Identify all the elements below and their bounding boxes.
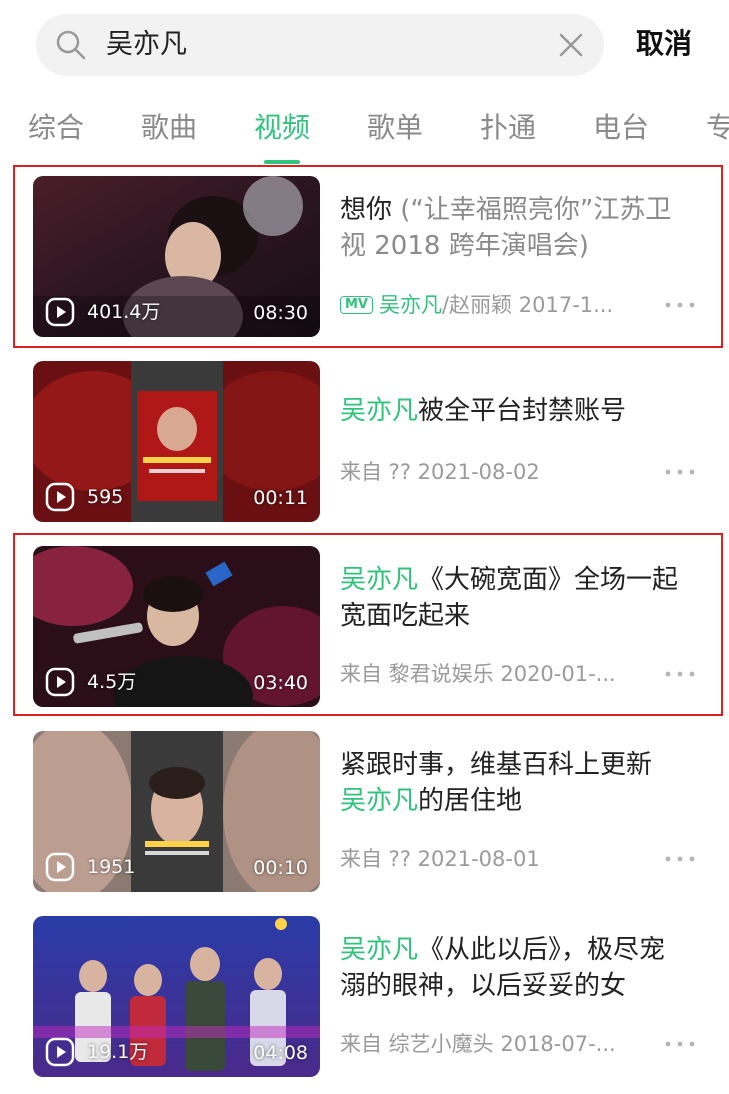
play-icon <box>45 667 75 697</box>
tab-albums[interactable]: 专 <box>706 110 729 146</box>
meta-text: 来自 综艺小魔头 2018-07-... <box>340 1032 616 1056</box>
meta-text: /赵丽颖 2017-1... <box>442 293 614 317</box>
video-duration: 08:30 <box>253 302 308 324</box>
video-meta: 来自 ?? 2021-08-01 <box>340 844 650 874</box>
tab-playlists[interactable]: 歌单 <box>367 110 423 146</box>
video-duration: 00:10 <box>253 857 308 879</box>
active-tab-indicator <box>264 160 300 164</box>
video-meta: 来自 ?? 2021-08-02 <box>340 457 650 487</box>
tab-radio[interactable]: 电台 <box>593 110 649 146</box>
video-duration: 04:08 <box>253 1042 308 1064</box>
meta-text: 来自 黎君说娱乐 2020-01-... <box>340 662 616 686</box>
play-icon <box>45 297 75 327</box>
more-icon[interactable] <box>664 300 696 310</box>
video-meta: MV 吴亦凡/赵丽颖 2017-1... <box>340 290 650 320</box>
category-tabs: 综合 歌曲 视频 歌单 扑通 电台 专 <box>0 92 729 164</box>
video-title-text-2: 的居住地 <box>418 786 523 816</box>
more-icon[interactable] <box>664 854 696 864</box>
play-count: 4.5万 <box>45 667 136 697</box>
video-thumbnail[interactable]: 401.4万 08:30 <box>33 176 320 337</box>
video-meta: 来自 综艺小魔头 2018-07-... <box>340 1029 650 1059</box>
tab-putong[interactable]: 扑通 <box>480 110 536 146</box>
play-count-text: 595 <box>87 486 124 508</box>
meta-text: 来自 ?? 2021-08-01 <box>340 847 540 871</box>
video-title[interactable]: 吴亦凡《从此以后》，极尽宠溺的眼神，以后妥妥的女 <box>340 932 685 1004</box>
play-icon <box>45 1037 75 1067</box>
video-duration: 03:40 <box>253 672 308 694</box>
mv-badge: MV <box>340 296 373 314</box>
more-icon[interactable] <box>664 467 696 477</box>
search-icon <box>56 30 86 60</box>
video-item[interactable]: 4.5万 03:40 吴亦凡《大碗宽面》全场一起宽面吃起来 来自 黎君说娱乐 2… <box>0 540 729 720</box>
clear-icon[interactable] <box>556 30 586 60</box>
video-title[interactable]: 吴亦凡被全平台封禁账号 <box>340 393 685 429</box>
video-meta: 来自 黎君说娱乐 2020-01-... <box>340 659 650 689</box>
title-highlight: 吴亦凡 <box>340 565 419 595</box>
play-count: 401.4万 <box>45 297 160 327</box>
play-count-text: 1951 <box>87 856 136 878</box>
video-item[interactable]: 19.1万 04:08 吴亦凡《从此以后》，极尽宠溺的眼神，以后妥妥的女 来自 … <box>0 910 729 1090</box>
video-item[interactable]: 595 00:11 吴亦凡被全平台封禁账号 来自 ?? 2021-08-02 <box>0 355 729 535</box>
play-icon <box>45 482 75 512</box>
video-title[interactable]: 紧跟时事，维基百科上更新 吴亦凡的居住地 <box>340 747 685 819</box>
play-count: 595 <box>45 482 123 512</box>
video-title-text: 紧跟时事，维基百科上更新 <box>340 750 653 780</box>
more-icon[interactable] <box>664 669 696 679</box>
title-highlight: 吴亦凡 <box>340 396 419 426</box>
cancel-button[interactable]: 取消 <box>636 24 692 64</box>
search-input[interactable]: 吴亦凡 <box>36 14 604 76</box>
more-icon[interactable] <box>664 1039 696 1049</box>
title-highlight: 吴亦凡 <box>340 786 419 816</box>
play-icon <box>45 852 75 882</box>
tab-songs[interactable]: 歌曲 <box>141 110 197 146</box>
video-thumbnail[interactable]: 19.1万 04:08 <box>33 916 320 1077</box>
tab-videos[interactable]: 视频 <box>254 110 310 146</box>
video-item[interactable]: 401.4万 08:30 想你 (“让幸福照亮你”江苏卫视 2018 跨年演唱会… <box>0 170 729 350</box>
title-highlight: 吴亦凡 <box>340 935 419 965</box>
video-title[interactable]: 想你 (“让幸福照亮你”江苏卫视 2018 跨年演唱会) <box>340 192 685 264</box>
play-count-text: 19.1万 <box>87 1041 149 1063</box>
play-count: 19.1万 <box>45 1037 148 1067</box>
video-title-text: 想你 <box>340 195 393 225</box>
video-thumbnail[interactable]: 595 00:11 <box>33 361 320 522</box>
video-thumbnail[interactable]: 4.5万 03:40 <box>33 546 320 707</box>
video-title-text: 被全平台封禁账号 <box>418 396 627 426</box>
play-count-text: 4.5万 <box>87 671 137 693</box>
play-count: 1951 <box>45 852 135 882</box>
video-title[interactable]: 吴亦凡《大碗宽面》全场一起宽面吃起来 <box>340 562 685 634</box>
video-duration: 00:11 <box>253 487 308 509</box>
tab-all[interactable]: 综合 <box>28 110 84 146</box>
video-item[interactable]: 1951 00:10 紧跟时事，维基百科上更新 吴亦凡的居住地 来自 ?? 202… <box>0 725 729 905</box>
search-header: 吴亦凡 取消 <box>0 0 729 92</box>
meta-text: 来自 ?? 2021-08-02 <box>340 460 540 484</box>
play-count-text: 401.4万 <box>87 301 161 323</box>
video-thumbnail[interactable]: 1951 00:10 <box>33 731 320 892</box>
artist-highlight: 吴亦凡 <box>379 293 442 317</box>
search-query-text: 吴亦凡 <box>106 29 187 60</box>
